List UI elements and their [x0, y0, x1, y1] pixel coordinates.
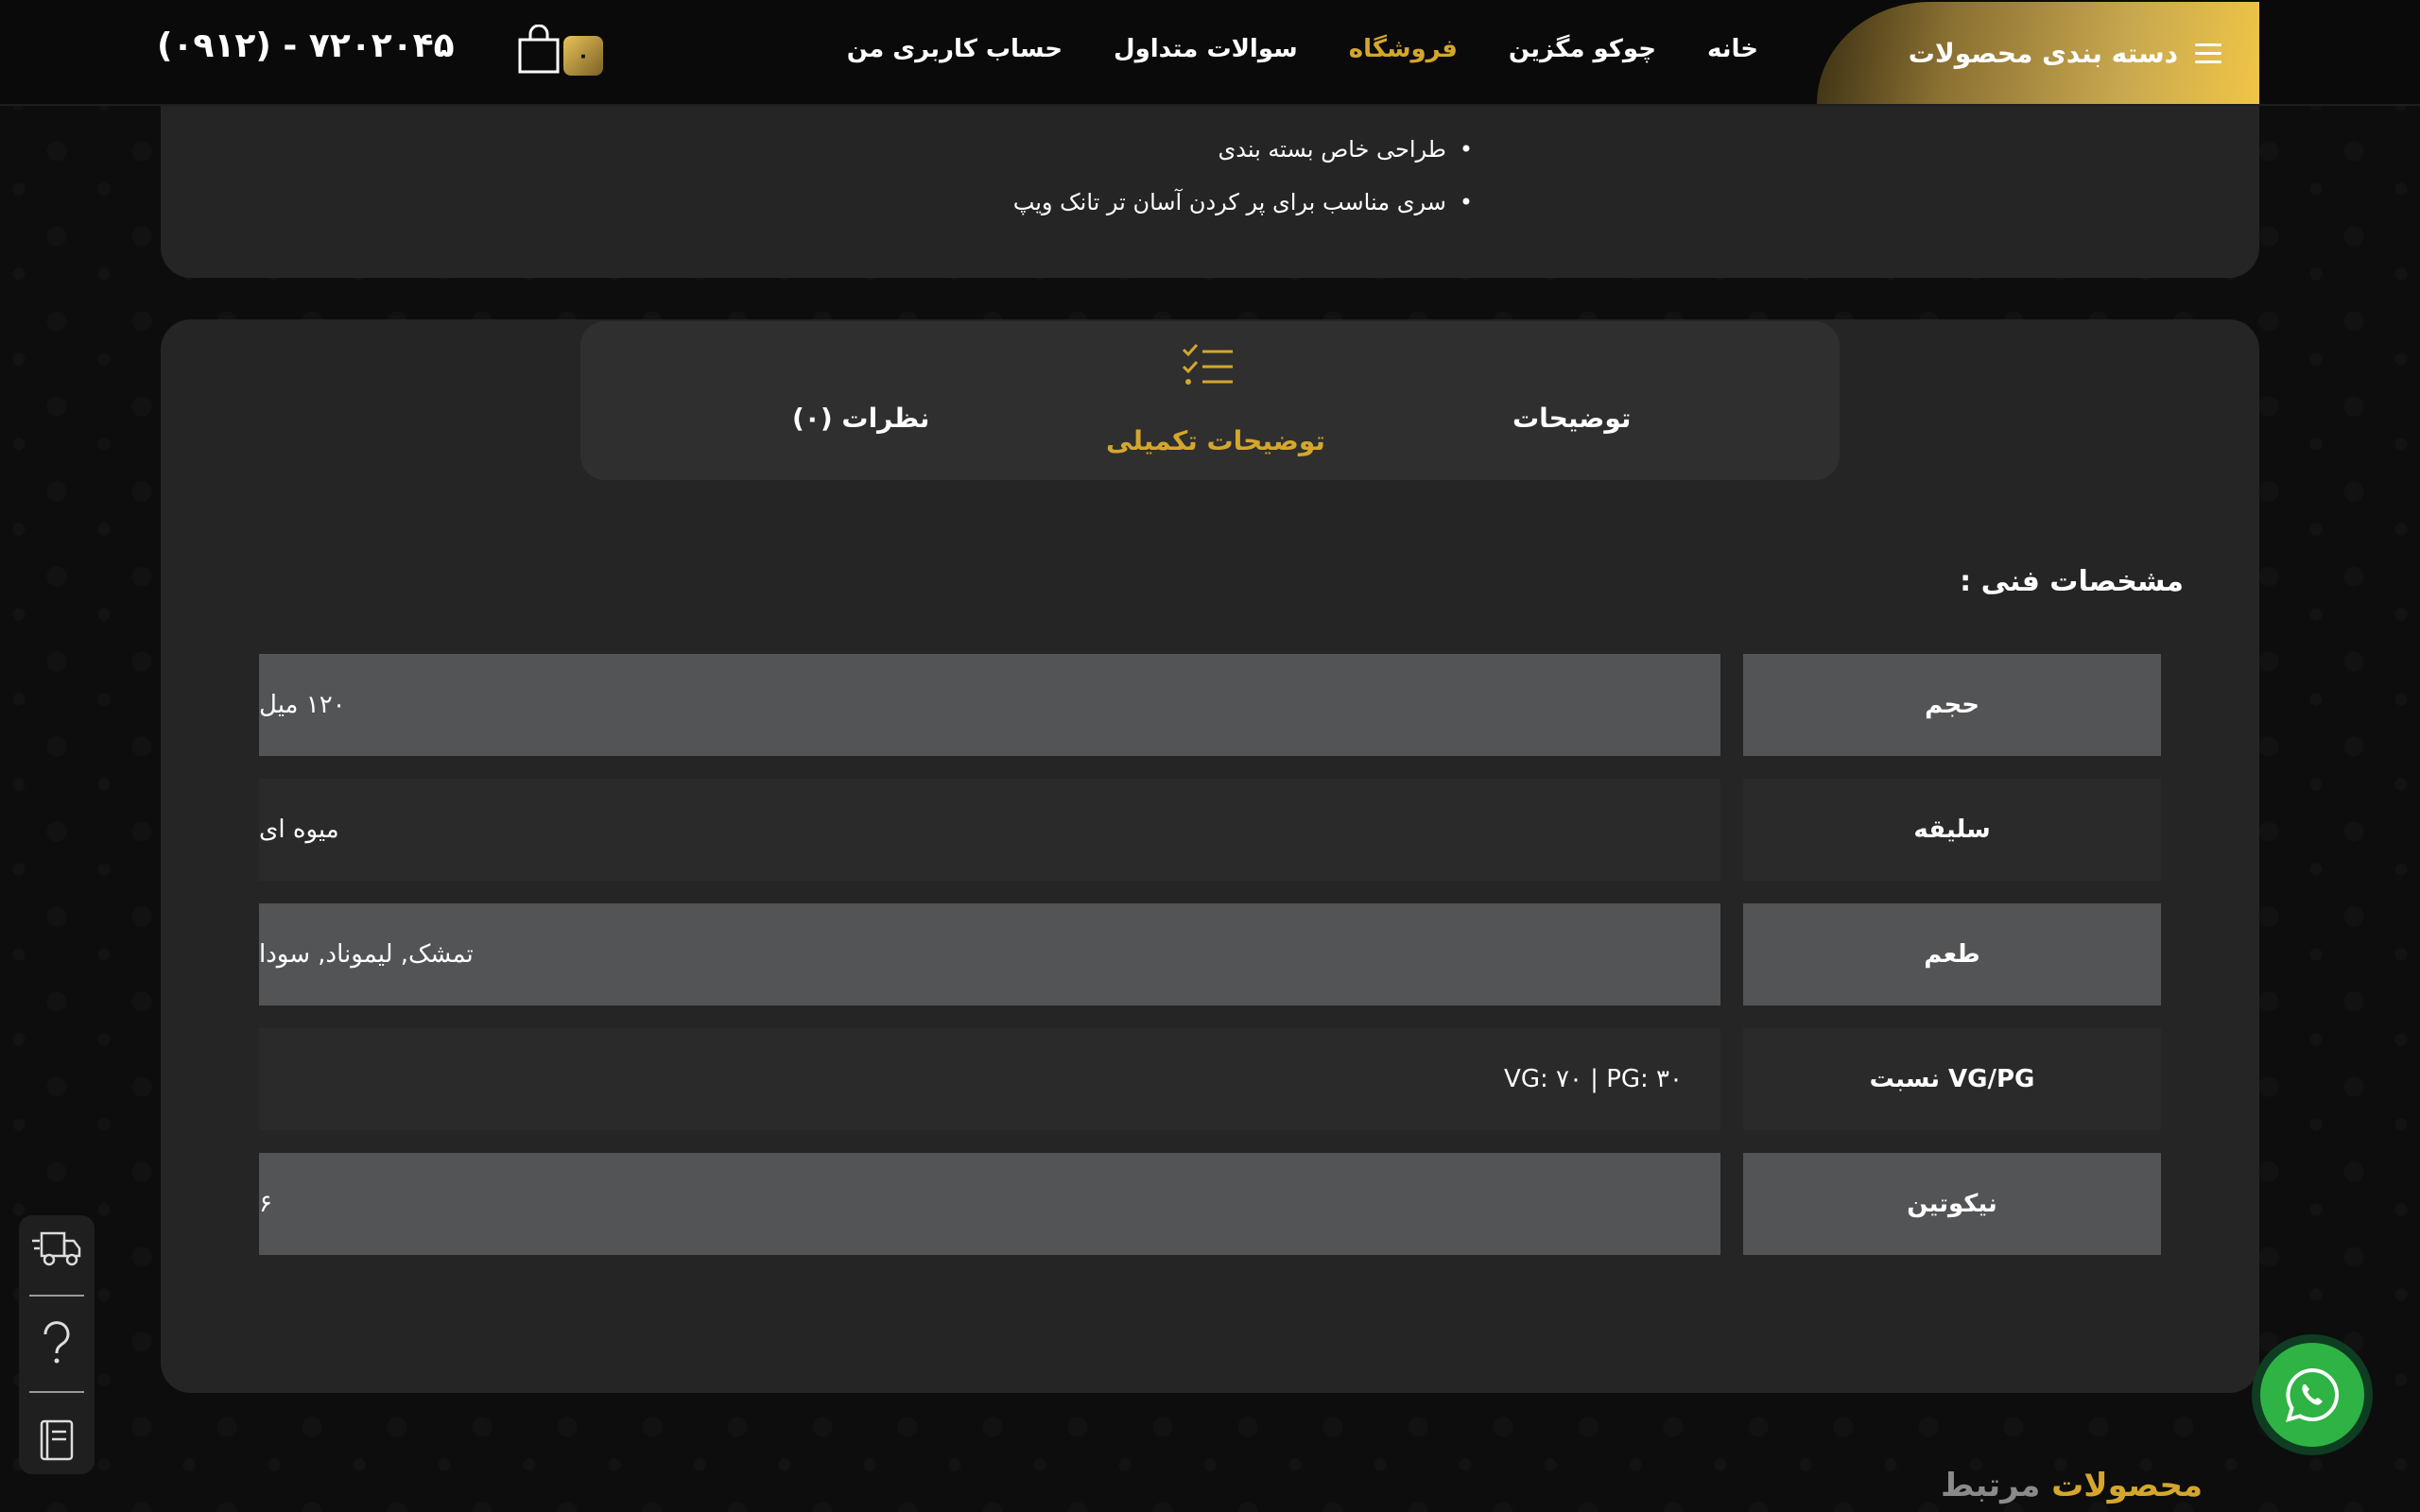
categories-label: دسته بندی محصولات	[1908, 37, 2178, 69]
categories-menu-button[interactable]: دسته بندی محصولات	[1817, 2, 2259, 104]
spec-row: ۱۲۰ میل حجم	[259, 654, 2161, 756]
phone-number[interactable]: (۰۹۱۲) - ۷۲۰۲۰۴۵	[157, 26, 455, 65]
spec-value: VG: ۷۰ | PG: ۳۰	[259, 1028, 1720, 1130]
whatsapp-button[interactable]	[2252, 1334, 2373, 1455]
delivery-truck-icon[interactable]	[32, 1228, 81, 1269]
spec-row: میوه ای سلیقه	[259, 779, 2161, 881]
tab-description[interactable]: توضیحات	[1512, 403, 1631, 434]
whatsapp-circle	[2260, 1343, 2364, 1447]
side-toolbar	[19, 1215, 95, 1474]
nav-faq[interactable]: سوالات متداول	[1114, 35, 1298, 63]
spec-value: ۱۲۰ میل	[259, 654, 1720, 756]
related-products-title: محصولات مرتبط	[1941, 1467, 2203, 1504]
cart-count-badge: ۰	[563, 36, 603, 76]
tab-additional-info[interactable]: توضیحات تکمیلی	[1106, 425, 1325, 456]
specs-title: مشخصات فنی :	[1960, 565, 2184, 598]
features-list: طراحی خاص بسته بندی سری مناسب برای پر کر…	[1013, 123, 1473, 229]
spec-row: ۶ نیکوتین	[259, 1153, 2161, 1255]
checklist-icon	[1182, 343, 1233, 385]
site-header: دسته بندی محصولات خانه چوکو مگزین فروشگا…	[0, 0, 2420, 106]
spec-row: تمشک, لیموناد, سودا طعم	[259, 903, 2161, 1005]
toolbar-divider	[29, 1294, 84, 1297]
book-icon[interactable]	[38, 1418, 76, 1462]
shopping-bag-icon	[518, 25, 560, 74]
spec-row: VG: ۷۰ | PG: ۳۰ نسبت VG/PG	[259, 1028, 2161, 1130]
spec-label: نیکوتین	[1743, 1153, 2161, 1255]
spec-value: ۶	[259, 1153, 1720, 1255]
spec-label: نسبت VG/PG	[1743, 1028, 2161, 1130]
spec-label: سلیقه	[1743, 779, 2161, 881]
cart-button[interactable]: ۰	[516, 25, 607, 77]
spec-label: حجم	[1743, 654, 2161, 756]
related-title-rest: مرتبط	[1941, 1467, 2041, 1504]
related-title-accent: محصولات	[2051, 1467, 2203, 1504]
feature-item: سری مناسب برای پر کردن آسان تر تانک ویپ	[1013, 176, 1473, 229]
nav-magazine[interactable]: چوکو مگزین	[1509, 35, 1656, 63]
help-question-icon[interactable]	[38, 1321, 76, 1366]
main-nav: خانه چوکو مگزین فروشگاه سوالات متداول حس…	[847, 0, 1758, 98]
feature-item: طراحی خاص بسته بندی	[1013, 123, 1473, 176]
hamburger-icon	[2195, 43, 2221, 63]
tab-reviews[interactable]: نظرات (۰)	[792, 403, 929, 434]
nav-account[interactable]: حساب کاربری من	[847, 35, 1063, 63]
whatsapp-icon	[2286, 1367, 2339, 1422]
nav-home[interactable]: خانه	[1707, 35, 1758, 63]
spec-value: تمشک, لیموناد, سودا	[259, 903, 1720, 1005]
toolbar-divider	[29, 1391, 84, 1394]
spec-value: میوه ای	[259, 779, 1720, 881]
spec-label: طعم	[1743, 903, 2161, 1005]
nav-shop[interactable]: فروشگاه	[1349, 35, 1458, 63]
